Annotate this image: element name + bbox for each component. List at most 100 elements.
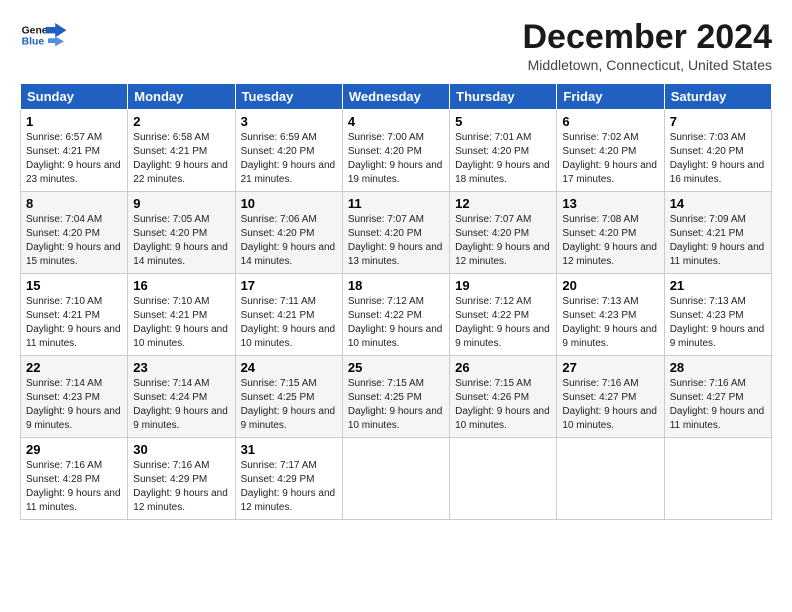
day-info: Sunrise: 7:13 AMSunset: 4:23 PMDaylight:… (562, 295, 658, 351)
calendar-week-row: 8Sunrise: 7:04 AMSunset: 4:20 PMDaylight… (21, 192, 772, 274)
logo: General Blue (20, 18, 68, 56)
calendar-cell: 16 Sunrise: 7:10 AMSunset: 4:21 PMDayligh… (128, 274, 235, 356)
day-number: 8 (26, 196, 122, 211)
calendar-cell: 14Sunrise: 7:09 AMSunset: 4:21 PMDayligh… (664, 192, 771, 274)
day-info: Sunrise: 7:16 AMSunset: 4:28 PMDaylight:… (26, 459, 122, 515)
day-header-tuesday: Tuesday (235, 84, 342, 110)
day-number: 30 (133, 442, 229, 457)
day-number: 23 (133, 360, 229, 375)
day-number: 17 (241, 278, 337, 293)
calendar-cell: 26 Sunrise: 7:15 AMSunset: 4:26 PMDayligh… (450, 356, 557, 438)
day-header-wednesday: Wednesday (342, 84, 449, 110)
calendar-cell: 29 Sunrise: 7:16 AMSunset: 4:28 PMDayligh… (21, 438, 128, 520)
calendar-cell (342, 438, 449, 520)
day-number: 21 (670, 278, 766, 293)
day-number: 5 (455, 114, 551, 129)
calendar-cell: 22Sunrise: 7:14 AMSunset: 4:23 PMDayligh… (21, 356, 128, 438)
calendar-week-row: 22Sunrise: 7:14 AMSunset: 4:23 PMDayligh… (21, 356, 772, 438)
day-info: Sunrise: 7:06 AMSunset: 4:20 PMDaylight:… (241, 213, 337, 269)
day-info: Sunrise: 7:10 AMSunset: 4:21 PMDaylight:… (133, 295, 229, 351)
calendar-cell: 10 Sunrise: 7:06 AMSunset: 4:20 PMDayligh… (235, 192, 342, 274)
day-info: Sunrise: 7:12 AMSunset: 4:22 PMDaylight:… (455, 295, 551, 351)
day-info: Sunrise: 7:14 AMSunset: 4:24 PMDaylight:… (133, 377, 229, 433)
calendar-cell: 15 Sunrise: 7:10 AMSunset: 4:21 PMDayligh… (21, 274, 128, 356)
header: General Blue December 2024 Middletown, C… (20, 18, 772, 73)
day-number: 27 (562, 360, 658, 375)
calendar-cell: 21 Sunrise: 7:13 AMSunset: 4:23 PMDayligh… (664, 274, 771, 356)
day-number: 16 (133, 278, 229, 293)
day-info: Sunrise: 6:57 AMSunset: 4:21 PMDaylight:… (26, 131, 122, 187)
day-number: 24 (241, 360, 337, 375)
day-header-saturday: Saturday (664, 84, 771, 110)
calendar-page: General Blue December 2024 Middletown, C… (0, 0, 792, 612)
day-number: 2 (133, 114, 229, 129)
day-number: 22 (26, 360, 122, 375)
day-header-friday: Friday (557, 84, 664, 110)
day-headers-row: SundayMondayTuesdayWednesdayThursdayFrid… (21, 84, 772, 110)
calendar-cell: 27 Sunrise: 7:16 AMSunset: 4:27 PMDayligh… (557, 356, 664, 438)
calendar-cell (557, 438, 664, 520)
day-number: 26 (455, 360, 551, 375)
calendar-cell: 23 Sunrise: 7:14 AMSunset: 4:24 PMDayligh… (128, 356, 235, 438)
day-number: 15 (26, 278, 122, 293)
day-number: 4 (348, 114, 444, 129)
day-info: Sunrise: 7:07 AMSunset: 4:20 PMDaylight:… (348, 213, 444, 269)
logo-icon: General Blue (20, 18, 68, 56)
day-info: Sunrise: 7:15 AMSunset: 4:25 PMDaylight:… (348, 377, 444, 433)
day-number: 18 (348, 278, 444, 293)
calendar-cell: 18 Sunrise: 7:12 AMSunset: 4:22 PMDayligh… (342, 274, 449, 356)
calendar-cell: 20 Sunrise: 7:13 AMSunset: 4:23 PMDayligh… (557, 274, 664, 356)
day-info: Sunrise: 7:02 AMSunset: 4:20 PMDaylight:… (562, 131, 658, 187)
calendar-week-row: 29 Sunrise: 7:16 AMSunset: 4:28 PMDayligh… (21, 438, 772, 520)
day-info: Sunrise: 7:10 AMSunset: 4:21 PMDaylight:… (26, 295, 122, 351)
calendar-cell: 12 Sunrise: 7:07 AMSunset: 4:20 PMDayligh… (450, 192, 557, 274)
calendar-week-row: 1 Sunrise: 6:57 AMSunset: 4:21 PMDaylight… (21, 110, 772, 192)
calendar-cell (664, 438, 771, 520)
day-info: Sunrise: 7:07 AMSunset: 4:20 PMDaylight:… (455, 213, 551, 269)
day-number: 3 (241, 114, 337, 129)
day-number: 25 (348, 360, 444, 375)
day-info: Sunrise: 7:08 AMSunset: 4:20 PMDaylight:… (562, 213, 658, 269)
calendar-cell: 25 Sunrise: 7:15 AMSunset: 4:25 PMDayligh… (342, 356, 449, 438)
calendar-cell: 3 Sunrise: 6:59 AMSunset: 4:20 PMDaylight… (235, 110, 342, 192)
day-header-monday: Monday (128, 84, 235, 110)
calendar-title: December 2024 (522, 18, 772, 57)
day-number: 14 (670, 196, 766, 211)
calendar-table: SundayMondayTuesdayWednesdayThursdayFrid… (20, 83, 772, 520)
day-info: Sunrise: 7:05 AMSunset: 4:20 PMDaylight:… (133, 213, 229, 269)
day-info: Sunrise: 7:12 AMSunset: 4:22 PMDaylight:… (348, 295, 444, 351)
calendar-cell: 19 Sunrise: 7:12 AMSunset: 4:22 PMDayligh… (450, 274, 557, 356)
calendar-cell: 24 Sunrise: 7:15 AMSunset: 4:25 PMDayligh… (235, 356, 342, 438)
day-number: 19 (455, 278, 551, 293)
calendar-cell: 4Sunrise: 7:00 AMSunset: 4:20 PMDaylight… (342, 110, 449, 192)
day-header-sunday: Sunday (21, 84, 128, 110)
day-number: 20 (562, 278, 658, 293)
day-number: 31 (241, 442, 337, 457)
day-info: Sunrise: 7:13 AMSunset: 4:23 PMDaylight:… (670, 295, 766, 351)
day-header-thursday: Thursday (450, 84, 557, 110)
day-number: 12 (455, 196, 551, 211)
day-number: 10 (241, 196, 337, 211)
day-number: 29 (26, 442, 122, 457)
calendar-cell: 13Sunrise: 7:08 AMSunset: 4:20 PMDayligh… (557, 192, 664, 274)
day-info: Sunrise: 6:59 AMSunset: 4:20 PMDaylight:… (241, 131, 337, 187)
day-info: Sunrise: 6:58 AMSunset: 4:21 PMDaylight:… (133, 131, 229, 187)
day-info: Sunrise: 7:16 AMSunset: 4:27 PMDaylight:… (670, 377, 766, 433)
day-info: Sunrise: 7:11 AMSunset: 4:21 PMDaylight:… (241, 295, 337, 351)
svg-text:Blue: Blue (22, 37, 45, 48)
calendar-cell: 17 Sunrise: 7:11 AMSunset: 4:21 PMDayligh… (235, 274, 342, 356)
day-info: Sunrise: 7:16 AMSunset: 4:27 PMDaylight:… (562, 377, 658, 433)
day-number: 11 (348, 196, 444, 211)
day-number: 28 (670, 360, 766, 375)
day-info: Sunrise: 7:01 AMSunset: 4:20 PMDaylight:… (455, 131, 551, 187)
day-info: Sunrise: 7:17 AMSunset: 4:29 PMDaylight:… (241, 459, 337, 515)
calendar-cell: 31 Sunrise: 7:17 AMSunset: 4:29 PMDayligh… (235, 438, 342, 520)
day-info: Sunrise: 7:15 AMSunset: 4:25 PMDaylight:… (241, 377, 337, 433)
calendar-cell (450, 438, 557, 520)
day-info: Sunrise: 7:15 AMSunset: 4:26 PMDaylight:… (455, 377, 551, 433)
calendar-week-row: 15 Sunrise: 7:10 AMSunset: 4:21 PMDayligh… (21, 274, 772, 356)
day-info: Sunrise: 7:03 AMSunset: 4:20 PMDaylight:… (670, 131, 766, 187)
title-block: December 2024 Middletown, Connecticut, U… (522, 18, 772, 73)
day-number: 1 (26, 114, 122, 129)
calendar-cell: 2 Sunrise: 6:58 AMSunset: 4:21 PMDaylight… (128, 110, 235, 192)
